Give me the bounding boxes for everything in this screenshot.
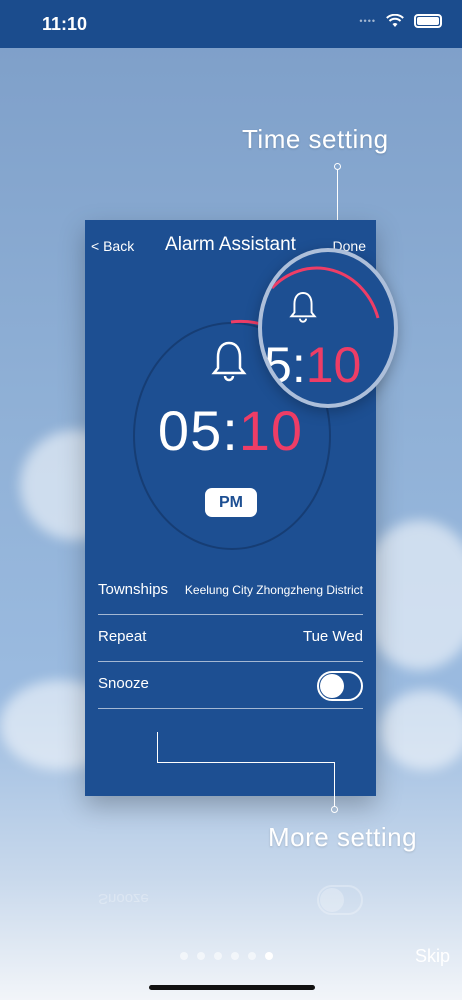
- repeat-row[interactable]: Repeat Tue Wed: [98, 615, 363, 662]
- callout-dot: [334, 163, 341, 170]
- alarm-minute: 10: [238, 399, 304, 462]
- page-indicator: [180, 952, 273, 960]
- status-indicators: ••••: [359, 14, 442, 28]
- alarm-hour: 05: [157, 399, 223, 462]
- snooze-row: Snooze: [98, 662, 363, 709]
- cloud: [380, 690, 462, 770]
- callout-line: [157, 762, 335, 763]
- row-label: Repeat: [98, 628, 147, 645]
- callout-more-setting: More setting: [268, 822, 418, 852]
- row-label: Snooze: [98, 675, 149, 692]
- toggle-knob: [320, 674, 344, 698]
- page-dot[interactable]: [231, 952, 239, 960]
- callout-dot: [331, 806, 338, 813]
- townships-row[interactable]: Townships Keelung City Zhongzheng Distri…: [98, 568, 363, 615]
- row-label: Townships: [98, 581, 169, 598]
- page-dot[interactable]: [248, 952, 256, 960]
- row-value: Tue Wed: [302, 628, 363, 645]
- magnified-time: 5:10: [264, 336, 361, 394]
- callout-line: [334, 762, 335, 806]
- home-indicator: [149, 985, 315, 990]
- page-dot-active[interactable]: [265, 952, 273, 960]
- magnified-hour: 5: [264, 337, 292, 393]
- panel-reflection: Snooze: [85, 860, 376, 940]
- reflection-snooze-label: Snooze: [98, 890, 149, 907]
- time-separator: :: [222, 399, 239, 462]
- magnifier-lens: 5:10: [258, 248, 398, 408]
- status-time: 11:10: [42, 14, 88, 34]
- row-value: Keelung City Zhongzheng District: [184, 583, 363, 597]
- callout-time-setting: Time setting: [242, 124, 389, 154]
- status-bar: 11:10 ••••: [0, 0, 462, 48]
- toggle-knob: [320, 888, 344, 912]
- bell-icon: [289, 292, 317, 323]
- signal-icon: ••••: [359, 16, 376, 26]
- snooze-toggle[interactable]: [317, 671, 363, 701]
- am-pm-toggle[interactable]: PM: [205, 488, 257, 517]
- callout-line: [157, 732, 158, 762]
- skip-button[interactable]: Skip: [415, 946, 450, 967]
- reflection-toggle: [317, 885, 363, 915]
- page-dot[interactable]: [197, 952, 205, 960]
- page-dot[interactable]: [180, 952, 188, 960]
- bell-icon: [211, 341, 247, 382]
- magnified-separator: :: [291, 337, 306, 393]
- page-dot[interactable]: [214, 952, 222, 960]
- wifi-icon: [386, 14, 404, 27]
- magnified-minute: 10: [305, 337, 362, 393]
- battery-icon: [414, 14, 442, 28]
